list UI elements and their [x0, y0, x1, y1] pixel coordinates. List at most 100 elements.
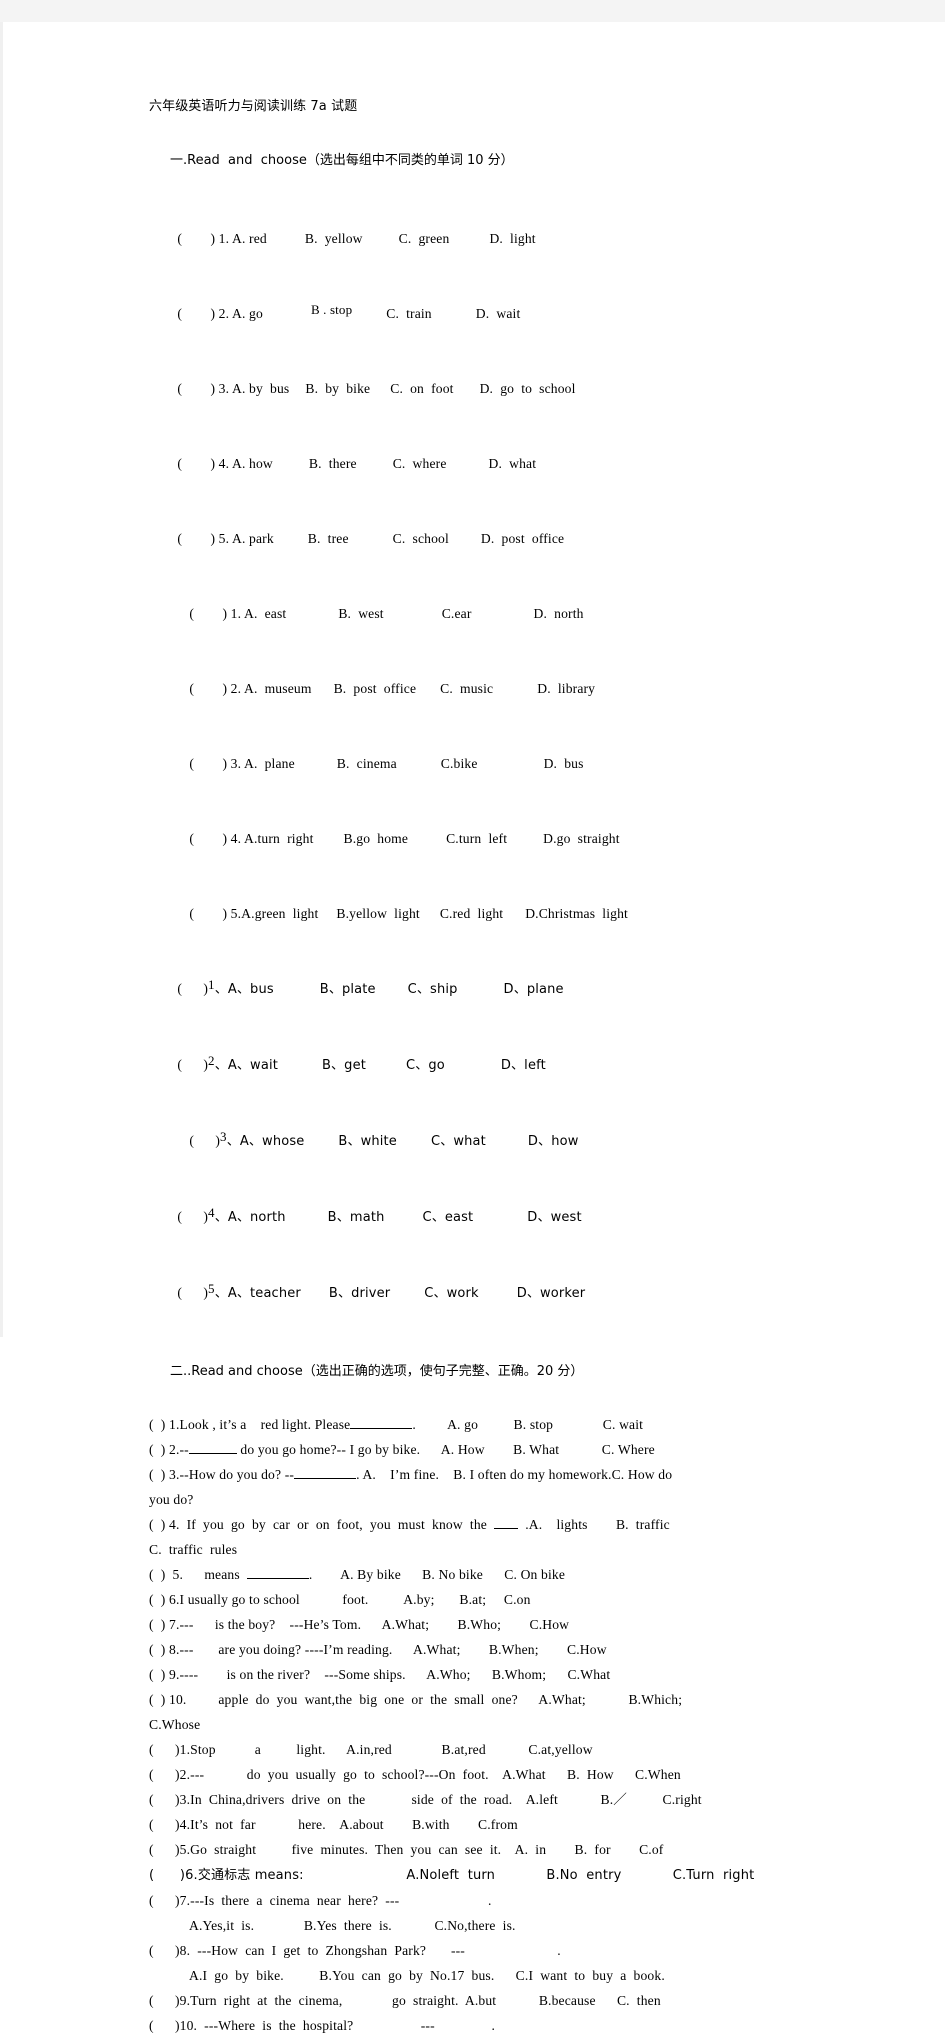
option-b[interactable]: B.yellow light: [336, 906, 419, 921]
option-d[interactable]: D、plane: [504, 982, 564, 997]
option-c[interactable]: C. where: [393, 456, 447, 471]
answer-blank[interactable]: [188, 1441, 237, 1454]
question-options[interactable]: . A. I’m fine. B. I often do my homework…: [356, 1467, 672, 1482]
question-options[interactable]: . A. By bike B. No bike C. On bike: [309, 1567, 565, 1582]
option-c[interactable]: C、work: [424, 1286, 478, 1301]
answer-blank[interactable]: [494, 1516, 519, 1529]
option-b[interactable]: B . stop: [311, 297, 352, 322]
question-row: ( )3、A、whose B、white C、what D、how: [149, 1103, 849, 1179]
question-stem: 、A、north: [214, 1210, 286, 1225]
option-c[interactable]: C. train: [386, 306, 432, 321]
question-paren: ( ): [177, 1057, 209, 1072]
answer-blank[interactable]: [246, 1566, 309, 1579]
option-c[interactable]: C. on foot: [390, 381, 453, 396]
question-stem: ( ) 1.Look , it’s a red light. Please: [149, 1417, 351, 1432]
question-row: ( ) 5. means . A. By bike B. No bike C. …: [149, 1562, 849, 1587]
question-row[interactable]: ( )1.Stop a light. A.in,red B.at,red C.a…: [149, 1737, 849, 1762]
question-stem: ( ) 4. A. how: [177, 456, 273, 471]
option-c[interactable]: C、east: [422, 1210, 473, 1225]
option-d[interactable]: D、left: [501, 1058, 546, 1073]
question-row: ( ) 4. If you go by car or on foot, you …: [149, 1512, 849, 1537]
option-c[interactable]: C、go: [406, 1058, 445, 1073]
question-row[interactable]: ( )2.--- do you usually go to school?---…: [149, 1762, 849, 1787]
question-options[interactable]: .A. lights B. traffic: [518, 1517, 670, 1532]
question-row[interactable]: ( )5.Go straight five minutes. Then you …: [149, 1837, 849, 1862]
option-b[interactable]: B. yellow: [305, 231, 363, 246]
question-row[interactable]: ( )3.In China,drivers drive on the side …: [149, 1787, 849, 1812]
option-b[interactable]: B. tree: [308, 531, 349, 546]
option-d[interactable]: D、west: [527, 1210, 581, 1225]
question-row: ( ) 2. A. museum B. post office C. music D.…: [161, 651, 849, 726]
section-two-items-b: ( )1.Stop a light. A.in,red B.at,red C.a…: [149, 1737, 849, 2038]
question-stem: ( ) 5.A.green light: [189, 906, 319, 921]
option-b[interactable]: B、get: [322, 1058, 366, 1073]
question-stem: ( ) 1. A. red: [177, 231, 267, 246]
option-c[interactable]: C. green: [399, 231, 450, 246]
question-options[interactable]: do you go home?-- I go by bike. A. How B…: [237, 1442, 655, 1457]
answer-blank[interactable]: [350, 1416, 413, 1429]
option-c[interactable]: C.red light: [440, 906, 503, 921]
option-d[interactable]: D.Christmas light: [525, 906, 628, 921]
question-row: ( ) 1. A. east B. west C.ear D. north: [161, 576, 849, 651]
option-c[interactable]: C.ear: [442, 606, 472, 621]
question-row[interactable]: ( )6.交通标志 means: A.Noleft turn B.No entr…: [149, 1862, 849, 1888]
option-c[interactable]: C.turn left: [446, 831, 507, 846]
option-d[interactable]: D. wait: [476, 306, 521, 321]
option-c[interactable]: C、ship: [408, 982, 458, 997]
option-d[interactable]: D.go straight: [543, 831, 619, 846]
question-row[interactable]: ( )4.It’s not far here. A.about B.with C…: [149, 1812, 849, 1837]
option-d[interactable]: D. north: [534, 606, 584, 621]
document-body: 六年级英语听力与阅读训练 7a 试题 一.Read and choose（选出每…: [149, 94, 849, 2038]
question-options[interactable]: . A. go B. stop C. wait: [412, 1417, 643, 1432]
section-two-heading: 二..Read and choose（选出正确的选项，使句子完整、正确。20 分…: [149, 1331, 849, 1412]
question-row[interactable]: ( )10. ---Where is the hospital? --- .: [149, 2013, 849, 2038]
question-options-row[interactable]: A.I go by bike. B.You can go by No.17 bu…: [149, 1963, 849, 1988]
question-stem: ( ) 3. A. by bus: [177, 381, 290, 396]
question-row: ( ) 1.Look , it’s a red light. Please . A…: [149, 1412, 849, 1437]
option-d[interactable]: D. bus: [544, 756, 584, 771]
question-row[interactable]: ( )7.---Is there a cinema near here? ---…: [149, 1888, 849, 1913]
question-row[interactable]: ( ) 10. apple do you want,the big one or…: [149, 1687, 849, 1712]
question-number: 1: [208, 977, 215, 992]
option-c[interactable]: C.bike: [441, 756, 478, 771]
question-row[interactable]: ( ) 9.---- is on the river? ---Some ship…: [149, 1662, 849, 1687]
option-b[interactable]: B、white: [338, 1134, 397, 1149]
option-b[interactable]: B.go home: [344, 831, 409, 846]
question-stem: ( ) 1. A. east: [189, 606, 287, 621]
question-stem: ( ) 3. A. plane: [189, 756, 295, 771]
option-b[interactable]: B. by bike: [305, 381, 370, 396]
option-d[interactable]: D、how: [528, 1134, 579, 1149]
option-c[interactable]: C. music: [440, 681, 493, 696]
question-row[interactable]: ( )9.Turn right at the cinema, go straig…: [149, 1988, 849, 2013]
question-row[interactable]: ( )8. ---How can I get to Zhongshan Park…: [149, 1938, 849, 1963]
question-options-row[interactable]: A.Yes,it is. B.Yes there is. C.No,there …: [149, 1913, 849, 1938]
option-d[interactable]: D. go to school: [480, 381, 576, 396]
option-d[interactable]: D、worker: [517, 1286, 586, 1301]
question-paren: ( ): [177, 1285, 209, 1300]
section-one-group-a: ( ) 1. A. red B. yellow C. green D. light (…: [149, 201, 849, 576]
question-paren: ( ): [189, 1133, 221, 1148]
option-d[interactable]: D. post office: [481, 531, 564, 546]
option-b[interactable]: B. cinema: [337, 756, 397, 771]
question-row[interactable]: ( ) 7.--- is the boy? ---He’s Tom. A.Wha…: [149, 1612, 849, 1637]
question-row[interactable]: ( ) 6.I usually go to school foot. A.by;…: [149, 1587, 849, 1612]
option-b[interactable]: B、plate: [320, 982, 376, 997]
option-b[interactable]: B、driver: [329, 1286, 390, 1301]
question-paren: ( ): [177, 981, 209, 996]
option-b[interactable]: B. west: [338, 606, 383, 621]
option-d[interactable]: D. light: [489, 231, 535, 246]
option-b[interactable]: B、math: [328, 1210, 385, 1225]
question-number: 3: [220, 1129, 227, 1144]
option-d[interactable]: D. what: [489, 456, 537, 471]
answer-blank[interactable]: [294, 1466, 357, 1479]
option-c[interactable]: C、what: [431, 1134, 486, 1149]
question-row: ( )1、A、bus B、plate C、ship D、plane: [149, 951, 849, 1027]
question-stem: ( ) 3.--How do you do? --: [149, 1467, 295, 1482]
option-c[interactable]: C. school: [393, 531, 449, 546]
option-d[interactable]: D. library: [537, 681, 595, 696]
question-row[interactable]: ( ) 8.--- are you doing? ----I’m reading…: [149, 1637, 849, 1662]
option-b[interactable]: B. post office: [334, 681, 417, 696]
option-b[interactable]: B. there: [309, 456, 357, 471]
question-continuation: C.Whose: [149, 1717, 201, 1732]
section-one-group-b: ( ) 1. A. east B. west C.ear D. north ( ) 2…: [149, 576, 849, 951]
